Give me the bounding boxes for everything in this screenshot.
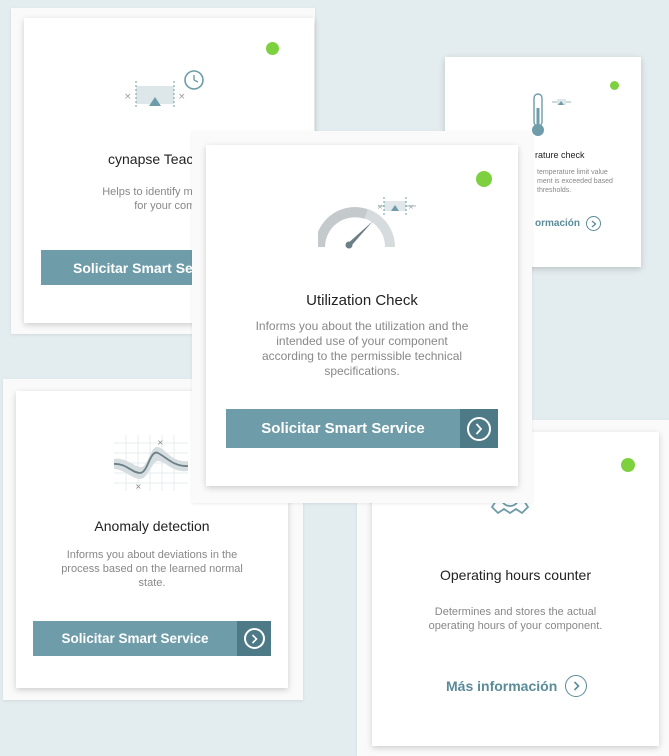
card-description-line: Informs you about deviations in the [66,549,238,561]
link-label: Más información [446,678,558,694]
svg-text:×: × [408,203,414,211]
card-description: Informs you about the utilization and th… [230,319,494,379]
card-description-line: temperature limit value [537,169,608,176]
more-info-link[interactable]: ormación [535,216,602,231]
chevron-right-icon [565,675,588,697]
status-indicator [476,171,492,187]
card-title: Utilization Check [306,292,418,309]
card-description-line: intended use of your component [276,334,448,348]
svg-text:×: × [124,92,132,102]
card-description: Determines and stores the actual operati… [392,606,639,634]
status-indicator [621,458,635,472]
card-title: Anomaly detection [94,518,210,534]
card-description-line: thresholds. [537,186,572,194]
button-label: Solicitar Smart Service [61,631,209,646]
chevron-right-icon [586,216,602,231]
card-description-line: ment is exceeded based [537,177,613,185]
card-utilization-check: × × Utilization Check Informs you about … [206,145,518,486]
link-label: ormación [535,218,581,229]
button-arrow [460,409,498,448]
button-label: Solicitar Smart Service [261,420,425,437]
card-description: Informs you about deviations in the proc… [42,549,262,590]
request-service-button[interactable]: Solicitar Smart Service [33,621,271,656]
status-indicator [610,81,619,90]
button-arrow [237,621,271,656]
card-description-line: operating hours of your component. [428,619,603,632]
card-title: cynapse Teac [108,151,194,167]
svg-text:×: × [135,482,142,491]
chevron-right-icon [243,628,265,649]
card-description: temperature limit value ment is exceeded… [525,169,635,195]
card-description-line: Informs you about the utilization and th… [255,319,469,333]
svg-text:×: × [377,203,383,211]
card-description-line: state. [138,576,166,589]
svg-text:×: × [157,438,164,447]
status-indicator [266,42,279,55]
gauge-icon: × × [318,197,416,249]
chevron-right-icon [467,416,491,441]
thermometer-icon [532,93,571,136]
card-description-line: according to the permissible technical [261,349,463,363]
card-description-line: process based on the learned normal [61,562,243,575]
svg-text:×: × [178,92,186,102]
card-title: Operating hours counter [440,567,591,583]
card-title: rature check [535,150,585,160]
card-description-line: Determines and stores the actual [434,606,597,618]
range-timer-icon: × × [124,70,204,109]
more-info-link[interactable]: Más información [446,675,588,697]
request-service-button[interactable]: Solicitar Smart Service [226,409,498,448]
wave-chart-icon: × × [114,435,188,491]
card-description-line: specifications. [324,364,400,378]
